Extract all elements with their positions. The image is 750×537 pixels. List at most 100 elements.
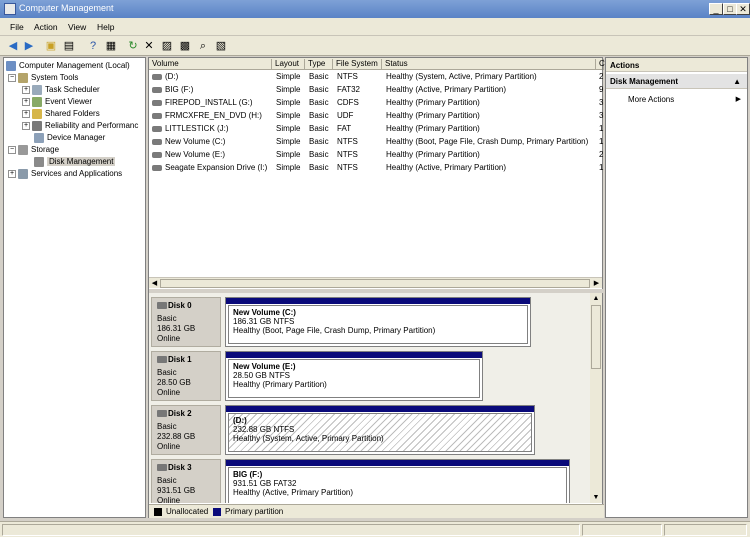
- disk-1-label[interactable]: Disk 1 Basic 28.50 GB Online: [151, 351, 221, 401]
- help-icon[interactable]: ?: [86, 39, 100, 53]
- layout-cell: Simple: [276, 98, 301, 107]
- table-row[interactable]: FIREPOD_INSTALL (G:) Simple Basic CDFS Healt…: [149, 97, 603, 110]
- vertical-scrollbar[interactable]: ▲ ▼: [590, 293, 602, 503]
- clock-icon: [32, 84, 42, 95]
- expand-icon[interactable]: +: [8, 169, 16, 178]
- tree-shared-folders[interactable]: + Shared Folders: [22, 108, 100, 120]
- search-icon[interactable]: ⌕: [196, 39, 210, 53]
- open-icon[interactable]: ▨: [160, 39, 174, 53]
- actions-section-disk-management[interactable]: Disk Management ▲: [606, 74, 747, 89]
- tree-root[interactable]: Computer Management (Local): [6, 60, 130, 72]
- delete-icon[interactable]: ✕: [142, 39, 156, 53]
- volume-cell: LITTLESTICK (J:): [165, 124, 229, 133]
- close-button[interactable]: ✕: [736, 3, 750, 15]
- drive-icon: [152, 139, 162, 145]
- tree-storage[interactable]: − Storage: [8, 144, 59, 156]
- capacity-cell: 3: [599, 111, 604, 120]
- status-cell: Healthy (Primary Partition): [386, 98, 480, 107]
- back-arrow-icon[interactable]: ◀: [6, 39, 20, 53]
- expand-icon[interactable]: +: [22, 121, 30, 130]
- up-folder-icon[interactable]: ▣: [44, 39, 58, 53]
- export-icon[interactable]: ▩: [178, 39, 192, 53]
- disk-icon: [157, 302, 167, 309]
- tree-disk-management[interactable]: Disk Management: [34, 156, 116, 168]
- expand-icon[interactable]: +: [22, 97, 30, 106]
- expand-icon[interactable]: +: [22, 109, 30, 118]
- disk-0-label[interactable]: Disk 0 Basic 186.31 GB Online: [151, 297, 221, 347]
- primary-partition-swatch: [213, 508, 221, 516]
- status-cell-3: [664, 524, 747, 536]
- volume-cell: FRMCXFRE_EN_DVD (H:): [165, 111, 262, 120]
- volume-cell: New Volume (E:): [165, 150, 226, 159]
- column-header-volume[interactable]: Volume: [149, 59, 272, 70]
- submenu-arrow-icon[interactable]: ▶: [736, 95, 741, 103]
- collapse-icon[interactable]: −: [8, 73, 16, 82]
- partition-f[interactable]: BIG (F:) 931.51 GB FAT32 Healthy (Active…: [225, 459, 570, 503]
- status-cell: Healthy (Active, Primary Partition): [386, 85, 507, 94]
- scroll-up-icon[interactable]: ▲: [590, 293, 602, 304]
- more-actions[interactable]: More Actions: [628, 95, 674, 104]
- table-row[interactable]: BIG (F:) Simple Basic FAT32 Healthy (Active,…: [149, 84, 603, 97]
- disk-2-label[interactable]: Disk 2 Basic 232.88 GB Online: [151, 405, 221, 455]
- disk-3-label[interactable]: Disk 3 Basic 931.51 GB Online: [151, 459, 221, 503]
- column-header-capacity[interactable]: C: [596, 59, 605, 70]
- services-icon: [18, 168, 28, 179]
- table-row[interactable]: FRMCXFRE_EN_DVD (H:) Simple Basic UDF Health…: [149, 110, 603, 123]
- partition-d[interactable]: (D:) 232.88 GB NTFS Healthy (System, Act…: [225, 405, 535, 455]
- capacity-cell: 1: [599, 137, 604, 146]
- legend-unallocated: Unallocated: [166, 507, 209, 516]
- scroll-thumb[interactable]: [160, 279, 590, 288]
- tree-task-scheduler[interactable]: + Task Scheduler: [22, 84, 100, 96]
- table-row[interactable]: Seagate Expansion Drive (I:) Simple Basic N…: [149, 162, 603, 175]
- tools-icon: [18, 72, 28, 83]
- horizontal-scrollbar[interactable]: ◀ ▶: [149, 277, 602, 288]
- scroll-down-icon[interactable]: ▼: [590, 492, 602, 503]
- expand-icon[interactable]: +: [22, 85, 30, 94]
- tree-reliability[interactable]: + Reliability and Performanc: [22, 120, 138, 132]
- tree-system-tools[interactable]: − System Tools: [8, 72, 78, 84]
- collapse-icon[interactable]: −: [8, 145, 16, 154]
- tree-device-manager[interactable]: Device Manager: [34, 132, 105, 144]
- table-row[interactable]: New Volume (E:) Simple Basic NTFS Healthy (P…: [149, 149, 603, 162]
- refresh-icon[interactable]: ↻: [126, 39, 140, 53]
- drive-icon: [152, 74, 162, 80]
- column-header-layout[interactable]: Layout: [272, 59, 305, 70]
- table-row[interactable]: LITTLESTICK (J:) Simple Basic FAT Healthy (P…: [149, 123, 603, 136]
- partition-c[interactable]: New Volume (C:) 186.31 GB NTFS Healthy (…: [225, 297, 531, 347]
- status-cell: Healthy (Primary Partition): [386, 124, 480, 133]
- menu-help[interactable]: Help: [97, 22, 114, 32]
- scroll-left-icon[interactable]: ◀: [149, 278, 160, 289]
- settings-icon[interactable]: ▧: [214, 39, 228, 53]
- legend: Unallocated Primary partition: [149, 504, 604, 518]
- capacity-cell: 2: [599, 72, 604, 81]
- minimize-button[interactable]: _: [709, 3, 723, 15]
- table-row[interactable]: New Volume (C:) Simple Basic NTFS Healthy (B…: [149, 136, 603, 149]
- collapse-arrow-icon[interactable]: ▲: [733, 77, 741, 86]
- type-cell: Basic: [309, 85, 329, 94]
- scroll-thumb[interactable]: [591, 305, 601, 369]
- column-header-file-system[interactable]: File System: [333, 59, 382, 70]
- menu-view[interactable]: View: [68, 22, 86, 32]
- tree-services[interactable]: + Services and Applications: [8, 168, 122, 180]
- title-bar: Computer Management _ □ ✕: [0, 0, 750, 18]
- maximize-button[interactable]: □: [723, 3, 737, 15]
- volume-cell: (D:): [165, 72, 179, 81]
- scroll-right-icon[interactable]: ▶: [591, 278, 602, 289]
- menu-file[interactable]: File: [10, 22, 24, 32]
- primary-partition-bar: [226, 460, 569, 466]
- column-header-type[interactable]: Type: [305, 59, 333, 70]
- show-hide-tree-icon[interactable]: ▤: [62, 39, 76, 53]
- drive-icon: [152, 87, 162, 93]
- column-header-status[interactable]: Status: [382, 59, 596, 70]
- partition-e[interactable]: New Volume (E:) 28.50 GB NTFS Healthy (P…: [225, 351, 483, 401]
- unallocated-swatch: [154, 508, 162, 516]
- table-row[interactable]: (D:) Simple Basic NTFS Healthy (System, Acti…: [149, 71, 603, 84]
- forward-arrow-icon[interactable]: ▶: [22, 39, 36, 53]
- capacity-cell: 1: [599, 124, 604, 133]
- properties-icon[interactable]: ▦: [104, 39, 118, 53]
- menu-action[interactable]: Action: [34, 22, 58, 32]
- device-manager-icon: [34, 132, 44, 143]
- drive-icon: [152, 165, 162, 171]
- status-cell: Healthy (Primary Partition): [386, 150, 480, 159]
- tree-event-viewer[interactable]: + Event Viewer: [22, 96, 92, 108]
